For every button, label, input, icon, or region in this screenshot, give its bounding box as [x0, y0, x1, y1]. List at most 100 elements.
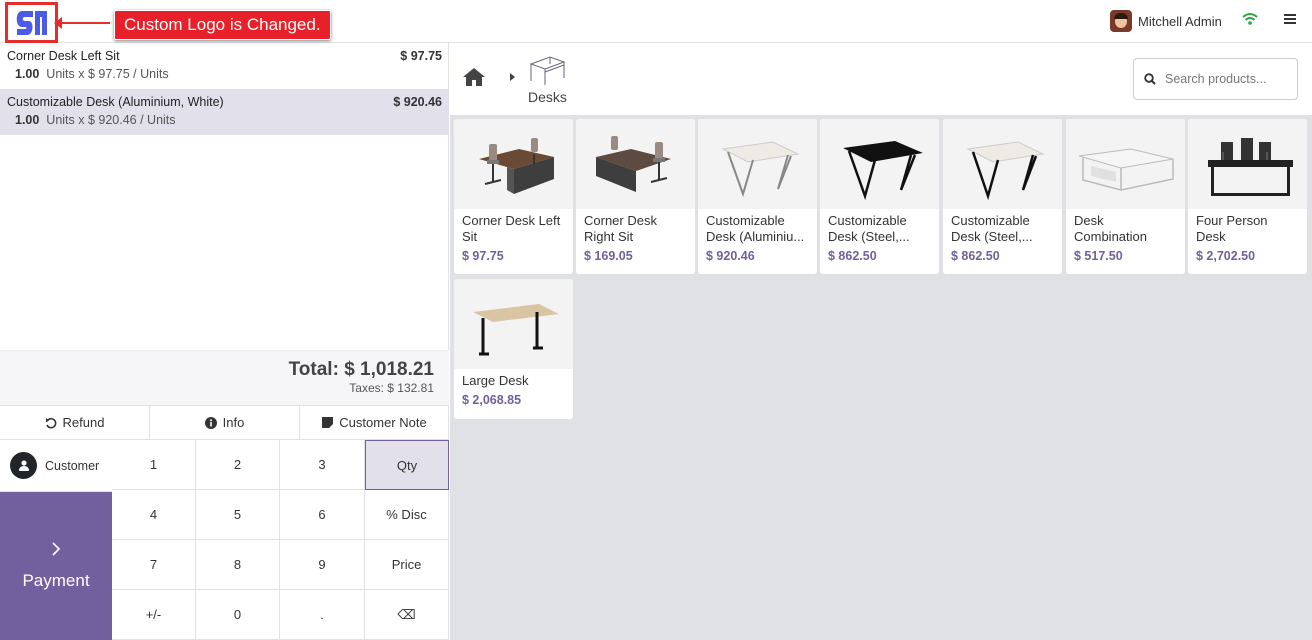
orderline-name: Customizable Desk (Aluminium, White): [7, 95, 224, 109]
order-summary: Total: $ 1,018.21 Taxes: $ 132.81: [0, 350, 449, 405]
home-icon[interactable]: [462, 67, 486, 87]
info-button[interactable]: Info: [150, 406, 300, 439]
product-card[interactable]: Four Person Desk $ 2,702.50: [1188, 119, 1307, 274]
company-logo-icon[interactable]: [14, 7, 50, 39]
numpad: 1 2 3 Qty 4 5 6 % Disc 7 8 9 Price +/- 0…: [112, 440, 449, 640]
product-name: Customizable Desk (Steel,...: [828, 213, 910, 244]
orderline-item[interactable]: Corner Desk Left Sit $ 97.75 1.00 Units …: [0, 43, 449, 89]
orderline-item-selected[interactable]: Customizable Desk (Aluminium, White) $ 9…: [0, 89, 449, 135]
search-placeholder: Search products...: [1165, 72, 1267, 86]
user-icon: [10, 452, 37, 479]
customer-label: Customer: [45, 458, 100, 473]
top-bar: Custom Logo is Changed. Mitchell Admin: [0, 0, 1312, 43]
numpad-key-0[interactable]: 0: [196, 590, 280, 640]
orderline-name: Corner Desk Left Sit: [7, 49, 120, 63]
sticky-note-icon: [322, 417, 334, 428]
numpad-key-3[interactable]: 3: [280, 440, 365, 490]
user-name: Mitchell Admin: [1138, 13, 1222, 29]
order-taxes: Taxes: $ 132.81: [349, 381, 434, 395]
orderline-unit-detail: Units x $ 97.75 / Units: [46, 67, 169, 81]
product-name: Corner Desk Right Sit: [584, 213, 657, 244]
info-icon: [204, 416, 217, 429]
numpad-key-2[interactable]: 2: [196, 440, 280, 490]
hamburger-menu-icon[interactable]: [1284, 13, 1296, 25]
desk-category-icon[interactable]: [528, 54, 566, 86]
product-price: $ 517.50: [1074, 249, 1123, 263]
annotation-callout: Custom Logo is Changed.: [114, 10, 331, 40]
product-card[interactable]: Customizable Desk (Aluminiu... $ 920.46: [698, 119, 817, 274]
product-price: $ 862.50: [828, 249, 877, 263]
product-image: [454, 279, 573, 369]
product-card[interactable]: Desk Combination $ 517.50: [1066, 119, 1185, 274]
annotation-arrow: [54, 17, 110, 29]
user-avatar: [1110, 10, 1132, 32]
orderline-unit-detail: Units x $ 920.46 / Units: [46, 113, 176, 127]
breadcrumb-category-label: Desks: [528, 89, 567, 105]
product-card[interactable]: Corner Desk Left Sit $ 97.75: [454, 119, 573, 274]
numpad-mode-discount[interactable]: % Disc: [365, 490, 449, 540]
control-buttons: Refund Info Customer Note: [0, 405, 449, 440]
numpad-key-7[interactable]: 7: [112, 540, 196, 590]
product-name: Large Desk: [462, 373, 529, 388]
search-icon: [1144, 73, 1156, 85]
refund-button[interactable]: Refund: [0, 406, 150, 439]
product-card[interactable]: Customizable Desk (Steel,... $ 862.50: [943, 119, 1062, 274]
customer-button[interactable]: Customer: [0, 440, 112, 492]
product-name: Customizable Desk (Aluminiu...: [706, 213, 805, 244]
chevron-right-icon: [52, 542, 61, 556]
product-card[interactable]: Corner Desk Right Sit $ 169.05: [576, 119, 695, 274]
product-image: [1066, 119, 1185, 209]
numpad-key-5[interactable]: 5: [196, 490, 280, 540]
product-image: [820, 119, 939, 209]
undo-icon: [45, 417, 56, 429]
product-name: Corner Desk Left Sit: [462, 213, 561, 244]
payment-button[interactable]: Payment: [0, 492, 112, 640]
product-price: $ 2,702.50: [1196, 249, 1256, 263]
product-price: $ 97.75: [462, 249, 504, 263]
refund-label: Refund: [62, 415, 105, 430]
product-card[interactable]: Large Desk $ 2,068.85: [454, 279, 573, 419]
orderline-price: $ 97.75: [400, 49, 442, 63]
product-image: [576, 119, 695, 209]
numpad-mode-price[interactable]: Price: [365, 540, 449, 590]
breadcrumb-caret-icon: [510, 73, 515, 81]
numpad-key-8[interactable]: 8: [196, 540, 280, 590]
numpad-key-4[interactable]: 4: [112, 490, 196, 540]
product-image: [943, 119, 1062, 209]
numpad-key-9[interactable]: 9: [280, 540, 365, 590]
numpad-key-sign[interactable]: +/-: [112, 590, 196, 640]
product-name: Four Person Desk: [1196, 213, 1268, 244]
product-name: Customizable Desk (Steel,...: [951, 213, 1033, 244]
product-image: [698, 119, 817, 209]
orderline-qty: 1.00: [15, 67, 40, 81]
info-label: Info: [222, 415, 245, 430]
numpad-key-1[interactable]: 1: [112, 440, 196, 490]
customer-note-label: Customer Note: [339, 415, 427, 430]
product-image: [454, 119, 573, 209]
orderline-qty: 1.00: [15, 113, 40, 127]
wifi-icon: [1242, 13, 1258, 25]
product-price: $ 169.05: [584, 249, 633, 263]
user-menu[interactable]: Mitchell Admin: [1110, 9, 1222, 33]
orderline-detail: 1.00 Units x $ 97.75 / Units: [7, 67, 442, 81]
customer-note-button[interactable]: Customer Note: [300, 406, 449, 439]
numpad-mode-qty[interactable]: Qty: [365, 440, 449, 490]
logo-highlight: [5, 2, 58, 43]
product-name: Desk Combination: [1074, 213, 1147, 244]
numpad-key-6[interactable]: 6: [280, 490, 365, 540]
product-card[interactable]: Customizable Desk (Steel,... $ 862.50: [820, 119, 939, 274]
numpad-key-decimal[interactable]: .: [280, 590, 365, 640]
order-panel: Corner Desk Left Sit $ 97.75 1.00 Units …: [0, 43, 449, 640]
product-screen: Desks Search products... Corner Desk Lef…: [450, 43, 1312, 640]
product-price: $ 920.46: [706, 249, 755, 263]
orderline-price: $ 920.46: [393, 95, 442, 109]
product-image: [1188, 119, 1307, 209]
product-price: $ 2,068.85: [462, 393, 522, 407]
order-total: Total: $ 1,018.21: [288, 359, 434, 380]
breadcrumb: Desks Search products...: [450, 43, 1312, 115]
payment-label: Payment: [22, 571, 90, 590]
numpad-key-backspace[interactable]: ⌫: [365, 590, 449, 640]
search-input[interactable]: Search products...: [1133, 58, 1298, 100]
orderline-detail: 1.00 Units x $ 920.46 / Units: [7, 113, 442, 127]
product-price: $ 862.50: [951, 249, 1000, 263]
